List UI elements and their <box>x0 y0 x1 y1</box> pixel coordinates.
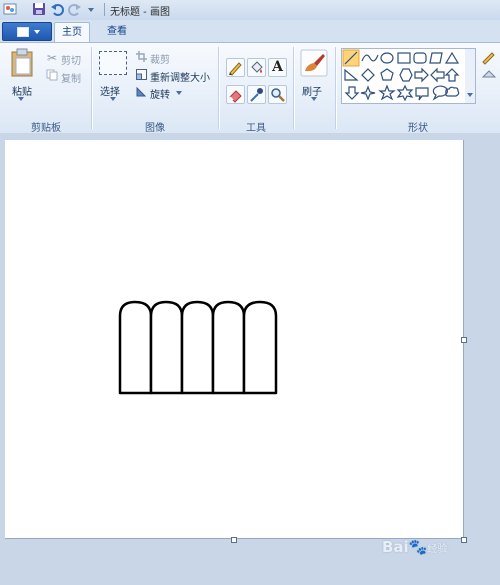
cut-icon[interactable]: ✂ <box>47 51 57 65</box>
redo-icon[interactable] <box>68 2 82 16</box>
right-triangle-shape[interactable] <box>344 68 359 81</box>
crop-button[interactable]: 裁剪 <box>150 51 170 66</box>
shapes-group-label: 形状 <box>408 123 428 134</box>
text-icon[interactable]: A <box>268 58 287 77</box>
resize-icon[interactable] <box>136 69 147 80</box>
rounded-rectangle-shape[interactable] <box>413 52 427 64</box>
shapes-scrollbar[interactable] <box>465 48 476 104</box>
cut-button[interactable]: 剪切 <box>61 52 81 67</box>
window-title: 无标题 - 画图 <box>110 7 170 18</box>
select-button[interactable]: 选择 <box>100 83 120 98</box>
fence-picket-3 <box>180 300 215 395</box>
six-point-star-shape[interactable] <box>396 84 414 102</box>
paint-menu-button[interactable] <box>2 22 52 41</box>
clipboard-group-label: 剪贴板 <box>31 123 61 134</box>
group-divider <box>91 47 93 129</box>
baidu-watermark: Bai🐾经验 <box>382 538 447 556</box>
fill-icon[interactable] <box>247 58 266 77</box>
shapes-gallery <box>341 48 467 104</box>
copy-button[interactable]: 复制 <box>61 70 81 85</box>
tab-view[interactable]: 查看 <box>100 22 134 42</box>
ribbon-tab-row: 主页 查看 <box>0 20 500 43</box>
brush-icon[interactable] <box>300 49 328 77</box>
right-arrow-shape[interactable] <box>414 67 429 83</box>
undo-icon[interactable] <box>50 2 64 16</box>
brushes-dropdown-icon[interactable] <box>311 97 317 101</box>
pentagon-shape[interactable] <box>380 68 394 81</box>
rotate-icon[interactable] <box>136 86 147 97</box>
four-point-star-shape[interactable] <box>360 85 376 101</box>
eraser-icon[interactable] <box>226 85 245 104</box>
diamond-shape[interactable] <box>361 68 375 82</box>
polygon-shape[interactable] <box>429 52 443 64</box>
magnifier-icon[interactable] <box>268 85 287 104</box>
copy-icon[interactable] <box>46 69 58 81</box>
chevron-down-icon <box>34 30 40 34</box>
up-arrow-shape[interactable] <box>444 68 460 82</box>
left-arrow-shape[interactable] <box>430 67 445 83</box>
rotate-dropdown-icon[interactable] <box>176 91 182 95</box>
tab-home[interactable]: 主页 <box>54 22 90 43</box>
outline-fill-icons[interactable] <box>480 50 498 80</box>
hexagon-shape[interactable] <box>399 68 413 82</box>
canvas-resize-handle-bottom[interactable] <box>231 537 237 543</box>
fence-picket-5 <box>242 300 278 395</box>
rounded-rect-callout-shape[interactable] <box>415 87 429 101</box>
group-divider <box>335 47 337 129</box>
fence-drawing <box>118 300 278 395</box>
paste-icon[interactable] <box>10 48 36 78</box>
shapes-grid <box>342 49 460 102</box>
group-divider <box>293 47 295 129</box>
customize-qat-icon[interactable] <box>88 8 94 12</box>
fence-picket-2 <box>149 300 184 395</box>
fence-picket-1 <box>118 300 153 395</box>
resize-button[interactable]: 重新调整大小 <box>150 69 210 84</box>
paste-dropdown-icon[interactable] <box>18 97 24 101</box>
triangle-shape[interactable] <box>444 51 460 64</box>
title-separator <box>104 3 105 16</box>
save-icon[interactable] <box>32 2 46 16</box>
image-group-label: 图像 <box>145 123 165 134</box>
canvas-resize-handle-corner[interactable] <box>461 537 467 543</box>
select-icon[interactable] <box>99 51 127 75</box>
group-divider <box>218 47 220 129</box>
paw-icon: 🐾 <box>408 538 428 556</box>
select-dropdown-icon[interactable] <box>110 97 116 101</box>
canvas-resize-handle-right[interactable] <box>461 337 467 343</box>
pencil-icon[interactable] <box>226 58 245 77</box>
oval-callout-shape[interactable] <box>432 85 448 101</box>
paste-button[interactable]: 粘贴 <box>12 83 32 98</box>
fence-picket-4 <box>211 300 246 395</box>
shapes-more-icon[interactable] <box>467 93 473 97</box>
rectangle-shape[interactable] <box>397 52 411 64</box>
color-picker-icon[interactable] <box>247 85 266 104</box>
oval-shape[interactable] <box>380 52 394 64</box>
document-icon <box>17 27 29 37</box>
watermark-suffix: 经验 <box>427 544 448 555</box>
down-arrow-shape[interactable] <box>344 86 360 100</box>
brushes-button[interactable]: 刷子 <box>302 83 322 98</box>
five-point-star-shape[interactable] <box>378 84 396 101</box>
tools-group-label: 工具 <box>246 123 266 134</box>
title-bar: 无标题 - 画图 <box>0 0 500 21</box>
crop-icon[interactable] <box>136 51 147 62</box>
drawing-canvas[interactable] <box>5 140 464 539</box>
paint-app-icon[interactable] <box>3 2 17 16</box>
watermark-brand: Bai <box>382 538 409 556</box>
rotate-button[interactable]: 旋转 <box>150 86 170 101</box>
curve-shape[interactable] <box>361 54 379 62</box>
